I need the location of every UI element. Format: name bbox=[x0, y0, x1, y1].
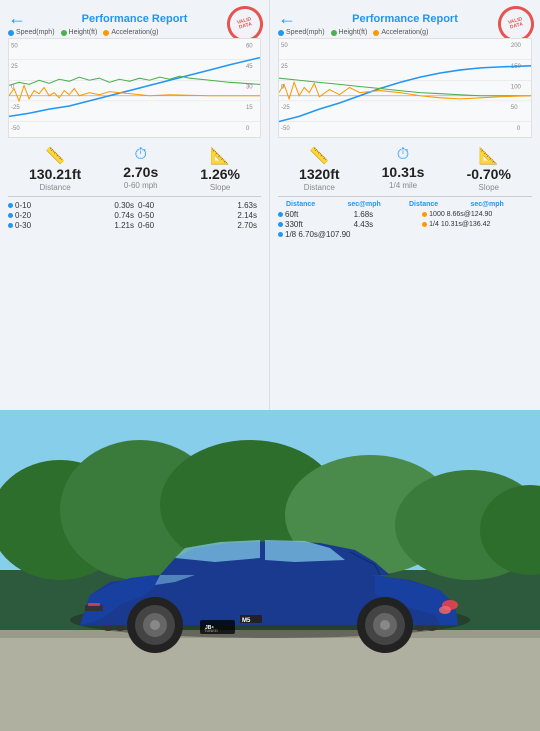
qdot-2 bbox=[278, 222, 283, 227]
dot-1 bbox=[8, 203, 13, 208]
svg-text:150: 150 bbox=[511, 63, 522, 70]
legend-accel-r: Acceleration(g) bbox=[373, 29, 428, 36]
right-times-header: Distance sec@mph Distance sec@mph bbox=[278, 201, 532, 208]
svg-text:-25: -25 bbox=[11, 104, 20, 111]
legend-accel: Acceleration(g) bbox=[103, 29, 158, 36]
height-dot-r bbox=[331, 30, 337, 36]
qdot-1 bbox=[278, 212, 283, 217]
speed-dot bbox=[8, 30, 14, 36]
svg-text:0: 0 bbox=[281, 83, 285, 90]
car-image-svg: M5 JB⁴ TUNED bbox=[0, 410, 540, 731]
left-back-button[interactable]: ← bbox=[8, 8, 26, 29]
stat-slope-left: 📐 1.26% Slope bbox=[200, 146, 240, 192]
svg-text:0: 0 bbox=[517, 125, 521, 132]
svg-text:15: 15 bbox=[246, 104, 253, 111]
stat-distance-left: 📏 130.21ft Distance bbox=[29, 146, 81, 192]
svg-text:0: 0 bbox=[11, 83, 15, 90]
time-label-left: 0-60 mph bbox=[123, 181, 158, 190]
car-section: M5 JB⁴ TUNED bbox=[0, 410, 540, 731]
time-row-1: 0-10 0.30s 0-40 1.63s bbox=[8, 201, 261, 210]
svg-text:100: 100 bbox=[511, 83, 522, 90]
svg-text:TUNED: TUNED bbox=[204, 628, 218, 633]
right-legend: Speed(mph) Height(ft) Acceleration(g) bbox=[278, 29, 532, 36]
top-panels: ← Performance Report VALID DATA Speed(mp… bbox=[0, 0, 540, 410]
left-stats: 📏 130.21ft Distance ⏱ 2.70s 0-60 mph 📐 1… bbox=[8, 146, 261, 192]
svg-text:50: 50 bbox=[11, 42, 18, 49]
height-dot bbox=[61, 30, 67, 36]
svg-text:25: 25 bbox=[281, 63, 288, 70]
right-panel: ← Performance Report VALID DATA Speed(mp… bbox=[270, 0, 540, 410]
distance-value-left: 130.21ft bbox=[29, 166, 81, 182]
slope-icon-left: 📐 bbox=[200, 146, 240, 166]
distance-value-right: 1320ft bbox=[299, 166, 339, 182]
svg-text:0: 0 bbox=[246, 125, 250, 132]
slope-label-right: Slope bbox=[467, 183, 511, 192]
left-times: 0-10 0.30s 0-40 1.63s 0-20 0.74s 0-50 2.… bbox=[8, 201, 261, 230]
qm-row-1: 60ft 1.68s 1000 8.66s@124.90 bbox=[278, 210, 532, 219]
legend-speed: Speed(mph) bbox=[8, 29, 55, 36]
time-value-left: 2.70s bbox=[123, 164, 158, 180]
svg-text:-50: -50 bbox=[11, 125, 20, 132]
svg-text:25: 25 bbox=[11, 63, 18, 70]
right-panel-title: Performance Report bbox=[278, 13, 532, 25]
svg-text:-25: -25 bbox=[281, 104, 290, 111]
svg-text:50: 50 bbox=[511, 104, 518, 111]
time-value-right: 10.31s bbox=[382, 164, 425, 180]
distance-icon-left: 📏 bbox=[29, 146, 81, 166]
legend-height-r: Height(ft) bbox=[331, 29, 368, 36]
dot-2 bbox=[8, 213, 13, 218]
right-back-button[interactable]: ← bbox=[278, 8, 296, 29]
qdot-o2 bbox=[422, 222, 427, 227]
distance-label-right: Distance bbox=[299, 183, 339, 192]
time-icon-left: ⏱ bbox=[123, 146, 158, 164]
right-chart-svg: 50 25 0 -25 -50 200 150 100 50 0 bbox=[279, 39, 531, 137]
qdot-o1 bbox=[422, 212, 427, 217]
svg-text:-50: -50 bbox=[281, 125, 290, 132]
svg-text:M5: M5 bbox=[242, 618, 251, 624]
right-stats: 📏 1320ft Distance ⏱ 10.31s 1/4 mile 📐 -0… bbox=[278, 146, 532, 192]
left-legend: Speed(mph) Height(ft) Acceleration(g) bbox=[8, 29, 261, 36]
stat-slope-right: 📐 -0.70% Slope bbox=[467, 146, 511, 192]
left-chart-svg: 50 25 0 -25 -50 60 45 30 15 0 bbox=[9, 39, 260, 137]
slope-label-left: Slope bbox=[200, 183, 240, 192]
qm-row-2: 330ft 4.43s 1/4 10.31s@136.42 bbox=[278, 220, 532, 229]
qdot-3 bbox=[278, 232, 283, 237]
slope-value-left: 1.26% bbox=[200, 166, 240, 182]
stat-distance-right: 📏 1320ft Distance bbox=[299, 146, 339, 192]
slope-value-right: -0.70% bbox=[467, 166, 511, 182]
left-panel: ← Performance Report VALID DATA Speed(mp… bbox=[0, 0, 270, 410]
slope-icon-right: 📐 bbox=[467, 146, 511, 166]
svg-text:30: 30 bbox=[246, 83, 253, 90]
accel-dot bbox=[103, 30, 109, 36]
svg-text:200: 200 bbox=[511, 42, 522, 49]
distance-icon-right: 📏 bbox=[299, 146, 339, 166]
accel-dot-r bbox=[373, 30, 379, 36]
time-row-3: 0-30 1.21s 0-60 2.70s bbox=[8, 221, 261, 230]
distance-label-left: Distance bbox=[29, 183, 81, 192]
svg-text:50: 50 bbox=[281, 42, 288, 49]
qm-row-3: 1/8 6.70s@107.90 bbox=[278, 230, 532, 239]
time-icon-right: ⏱ bbox=[382, 146, 425, 164]
svg-text:60: 60 bbox=[246, 42, 253, 49]
speed-dot-r bbox=[278, 30, 284, 36]
stat-time-right: ⏱ 10.31s 1/4 mile bbox=[382, 146, 425, 190]
legend-height: Height(ft) bbox=[61, 29, 98, 36]
left-panel-title: Performance Report bbox=[8, 13, 261, 25]
svg-text:45: 45 bbox=[246, 63, 253, 70]
right-times: Distance sec@mph Distance sec@mph 60ft 1… bbox=[278, 201, 532, 239]
stat-time-left: ⏱ 2.70s 0-60 mph bbox=[123, 146, 158, 190]
left-divider bbox=[8, 196, 261, 197]
time-row-2: 0-20 0.74s 0-50 2.14s bbox=[8, 211, 261, 220]
left-chart: 50 25 0 -25 -50 60 45 30 15 0 bbox=[8, 38, 261, 138]
right-chart: 50 25 0 -25 -50 200 150 100 50 0 bbox=[278, 38, 532, 138]
dot-3 bbox=[8, 223, 13, 228]
time-label-right: 1/4 mile bbox=[382, 181, 425, 190]
right-divider bbox=[278, 196, 532, 197]
legend-speed-r: Speed(mph) bbox=[278, 29, 325, 36]
